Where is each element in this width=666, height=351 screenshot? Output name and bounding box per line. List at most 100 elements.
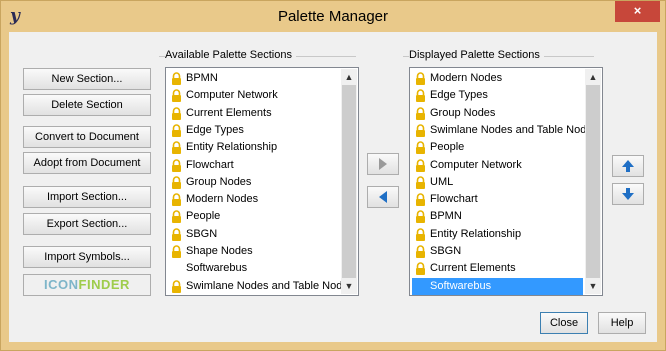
lock-icon [416, 245, 425, 258]
adopt-from-document-button[interactable]: Adopt from Document [23, 152, 151, 174]
list-item[interactable]: People [412, 139, 583, 156]
displayed-sections-label: Displayed Palette Sections [409, 49, 544, 61]
scroll-thumb[interactable] [586, 85, 600, 278]
arrow-right-icon [379, 158, 387, 170]
list-item-label: Current Elements [186, 106, 272, 119]
list-item-label: Modern Nodes [186, 193, 259, 206]
remove-from-displayed-button[interactable] [367, 186, 399, 208]
list-item-label: SBGN [430, 245, 462, 257]
available-sections-label: Available Palette Sections [165, 49, 296, 61]
scroll-thumb[interactable] [342, 85, 356, 278]
export-section-button[interactable]: Export Section... [23, 213, 151, 235]
scroll-up-icon[interactable]: ▲ [585, 69, 601, 85]
help-button[interactable]: Help [598, 312, 646, 334]
list-item-label: BPMN [430, 210, 462, 223]
list-item[interactable]: Softwarebus [168, 260, 339, 277]
scroll-down-icon[interactable]: ▼ [341, 278, 357, 294]
lock-icon [416, 106, 425, 120]
iconfinder-logo[interactable]: ICONFINDER [23, 274, 151, 296]
lock-icon [416, 262, 425, 276]
list-item-label: BPMN [186, 72, 218, 84]
lock-icon [416, 176, 425, 189]
list-item-label: SBGN [186, 227, 218, 240]
list-item-label: Softwarebus [430, 279, 492, 292]
list-item[interactable]: Group Nodes [168, 174, 339, 191]
list-item[interactable]: Flowchart [412, 191, 583, 208]
list-item[interactable]: Shape Nodes [168, 243, 339, 260]
palette-manager-window: y Palette Manager × New Section... Delet… [0, 0, 666, 351]
list-item-label: People [430, 141, 465, 154]
list-item-label: Computer Network [430, 158, 522, 171]
list-item[interactable]: Entity Relationship [168, 139, 339, 156]
list-item-label: Shape Nodes [186, 245, 253, 257]
lock-icon [172, 106, 181, 120]
logo-text-b: FINDER [78, 277, 130, 292]
list-item[interactable]: People [168, 208, 339, 225]
list-item-label: Group Nodes [430, 106, 496, 119]
move-down-button[interactable] [612, 183, 644, 205]
scroll-down-icon[interactable]: ▼ [585, 278, 601, 294]
import-section-button[interactable]: Import Section... [23, 186, 151, 208]
lock-icon [416, 141, 425, 155]
list-item-label: Swimlane Nodes and Table Nodes [186, 279, 354, 292]
lock-icon [416, 89, 425, 103]
arrow-left-icon [379, 191, 387, 203]
list-item-label: Flowchart [186, 158, 234, 171]
window-title: Palette Manager [277, 8, 389, 25]
list-item[interactable]: UML [412, 174, 583, 191]
arrow-up-icon [622, 160, 634, 172]
list-item-label: Entity Relationship [186, 141, 278, 154]
list-item[interactable]: Group Nodes [412, 105, 583, 122]
lock-icon [416, 158, 425, 172]
lock-icon [172, 141, 181, 155]
list-item[interactable]: Flowchart [168, 157, 339, 174]
lock-icon [416, 193, 425, 207]
list-item[interactable]: SBGN [412, 243, 583, 260]
list-item[interactable]: BPMN [168, 70, 339, 87]
list-item[interactable]: Computer Network [412, 157, 583, 174]
available-scrollbar[interactable]: ▲ ▼ [341, 69, 357, 294]
lock-icon [172, 89, 181, 103]
move-up-button[interactable] [612, 155, 644, 177]
available-sections-list[interactable]: BPMN Computer Network Current Elements Edge… [165, 67, 359, 296]
list-item[interactable]: Edge Types [412, 87, 583, 104]
displayed-sections-list[interactable]: Modern Nodes Edge Types Group Nodes Swimlan… [409, 67, 603, 296]
close-window-button[interactable]: × [615, 1, 660, 22]
list-item[interactable]: Computer Network [168, 87, 339, 104]
lock-icon [416, 210, 425, 224]
list-item[interactable]: Current Elements [168, 105, 339, 122]
list-item[interactable]: Swimlane Nodes and Table Nodes [412, 122, 598, 139]
list-item-label: Flowchart [430, 193, 478, 206]
list-item[interactable]: BPMN [412, 208, 583, 225]
list-item[interactable]: Edge Types [168, 122, 339, 139]
list-item-label: Edge Types [186, 123, 244, 136]
list-item[interactable]: SBGN [168, 226, 339, 243]
lock-icon [172, 227, 181, 241]
list-item-label: Edge Types [430, 89, 488, 102]
lock-icon [172, 210, 181, 224]
import-symbols-button[interactable]: Import Symbols... [23, 246, 151, 268]
title-bar[interactable]: y Palette Manager × [1, 1, 665, 31]
add-to-displayed-button[interactable] [367, 153, 399, 175]
list-item[interactable]: Softwarebus [412, 277, 583, 295]
list-item-label: Softwarebus [186, 262, 248, 275]
list-item[interactable]: Entity Relationship [412, 226, 583, 243]
list-item-label: Group Nodes [186, 175, 252, 188]
close-button[interactable]: Close [540, 312, 588, 334]
displayed-scrollbar[interactable]: ▲ ▼ [585, 69, 601, 294]
lock-icon [416, 72, 425, 85]
logo-text-a: ICON [44, 277, 79, 292]
list-item[interactable]: Swimlane Nodes and Table Nodes [168, 278, 354, 295]
lock-icon [172, 193, 181, 207]
list-item[interactable]: Modern Nodes [168, 191, 339, 208]
list-item-label: People [186, 210, 221, 223]
list-item-label: Current Elements [430, 262, 516, 275]
new-section-button[interactable]: New Section... [23, 68, 151, 90]
scroll-up-icon[interactable]: ▲ [341, 69, 357, 85]
arrow-down-icon [622, 188, 634, 200]
list-item-label: UML [430, 175, 454, 188]
list-item[interactable]: Current Elements [412, 260, 583, 277]
convert-to-document-button[interactable]: Convert to Document [23, 126, 151, 148]
list-item[interactable]: Modern Nodes [412, 70, 583, 87]
delete-section-button[interactable]: Delete Section [23, 94, 151, 116]
